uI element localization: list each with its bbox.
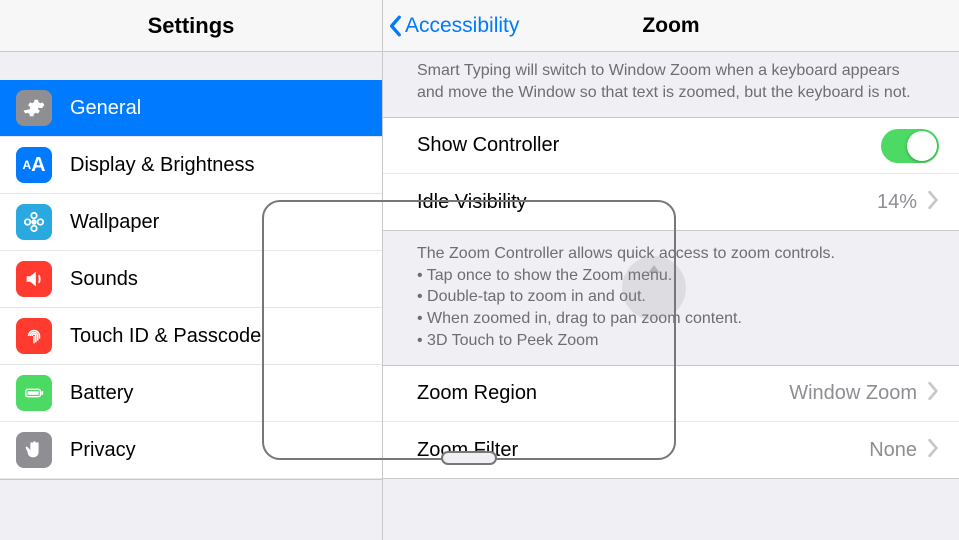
- sidebar-item-label: Sounds: [70, 268, 138, 291]
- fingerprint-icon: [16, 318, 52, 354]
- chevron-left-icon: [387, 12, 405, 40]
- cell-idle-visibility[interactable]: Idle Visibility 14%: [383, 174, 959, 230]
- battery-icon: [16, 375, 52, 411]
- sidebar-item-display-brightness[interactable]: AA Display & Brightness: [0, 137, 382, 194]
- sidebar-item-label: Wallpaper: [70, 211, 159, 234]
- cell-value: Window Zoom: [789, 382, 917, 405]
- sidebar-bottom-spacer: [0, 479, 382, 519]
- speaker-icon: [16, 261, 52, 297]
- sidebar-item-label: Touch ID & Passcode: [70, 325, 261, 348]
- sidebar-item-label: General: [70, 97, 141, 120]
- sidebar-title: Settings: [0, 0, 382, 52]
- sidebar-list: General AA Display & Brightness Wallpape…: [0, 80, 382, 479]
- chevron-right-icon: [927, 190, 939, 215]
- sidebar-item-label: Privacy: [70, 439, 136, 462]
- cell-label: Idle Visibility: [417, 191, 877, 214]
- detail-pane: Accessibility Zoom Smart Typing will swi…: [383, 0, 959, 540]
- back-button[interactable]: Accessibility: [383, 12, 519, 40]
- sidebar-item-label: Display & Brightness: [70, 154, 255, 177]
- text-size-icon: AA: [16, 147, 52, 183]
- cell-show-controller[interactable]: Show Controller: [383, 118, 959, 174]
- cell-label: Zoom Region: [417, 382, 789, 405]
- sidebar-item-wallpaper[interactable]: Wallpaper: [0, 194, 382, 251]
- controller-note-bullet: • Double-tap to zoom in and out.: [417, 286, 925, 308]
- cell-zoom-region[interactable]: Zoom Region Window Zoom: [383, 366, 959, 422]
- sidebar-item-touch-id[interactable]: Touch ID & Passcode: [0, 308, 382, 365]
- controller-note-bullet: • 3D Touch to Peek Zoom: [417, 330, 925, 352]
- show-controller-toggle[interactable]: [881, 129, 939, 163]
- group-zoom-options: Zoom Region Window Zoom Zoom Filter None: [383, 365, 959, 479]
- detail-navbar: Accessibility Zoom: [383, 0, 959, 52]
- smart-typing-note: Smart Typing will switch to Window Zoom …: [383, 52, 959, 117]
- chevron-right-icon: [927, 438, 939, 463]
- cell-zoom-filter[interactable]: Zoom Filter None: [383, 422, 959, 478]
- chevron-right-icon: [927, 381, 939, 406]
- sidebar-item-sounds[interactable]: Sounds: [0, 251, 382, 308]
- sidebar-item-privacy[interactable]: Privacy: [0, 422, 382, 479]
- sidebar-item-general[interactable]: General: [0, 80, 382, 137]
- cell-value: 14%: [877, 191, 917, 214]
- hand-icon: [16, 432, 52, 468]
- controller-note-bullet: • When zoomed in, drag to pan zoom conte…: [417, 308, 925, 330]
- back-label: Accessibility: [405, 14, 519, 38]
- settings-sidebar: Settings General AA Display & Brightness…: [0, 0, 383, 540]
- detail-content[interactable]: Smart Typing will switch to Window Zoom …: [383, 52, 959, 540]
- sidebar-item-battery[interactable]: Battery: [0, 365, 382, 422]
- controller-note: The Zoom Controller allows quick access …: [383, 231, 959, 365]
- group-controller: Show Controller Idle Visibility 14%: [383, 117, 959, 231]
- sidebar-spacer: [0, 52, 382, 80]
- flower-icon: [16, 204, 52, 240]
- cell-value: None: [869, 439, 917, 462]
- gear-icon: [16, 90, 52, 126]
- sidebar-item-label: Battery: [70, 382, 133, 405]
- cell-label: Zoom Filter: [417, 439, 869, 462]
- controller-note-bullet: • Tap once to show the Zoom menu.: [417, 265, 925, 287]
- cell-label: Show Controller: [417, 134, 881, 157]
- controller-note-header: The Zoom Controller allows quick access …: [417, 243, 925, 265]
